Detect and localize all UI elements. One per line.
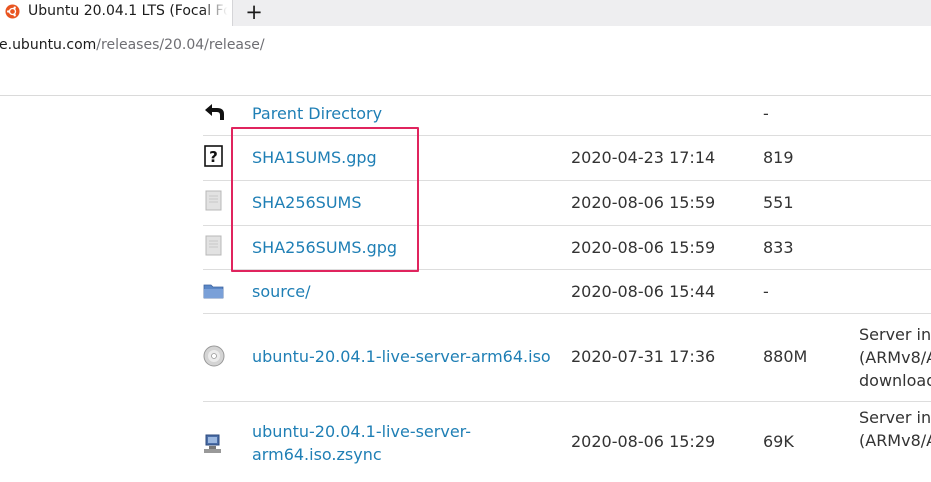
svg-text:?: ? <box>209 148 218 166</box>
listing-row: source/ 2020-08-06 15:44 - <box>203 270 931 314</box>
url-path: /releases/20.04/release/ <box>96 37 265 53</box>
address-bar[interactable]: e.ubuntu.com/releases/20.04/release/ <box>0 26 931 68</box>
file-date: 2020-07-31 17:36 <box>571 347 716 366</box>
file-link[interactable]: SHA1SUMS.gpg <box>252 148 377 167</box>
listing-row: ? SHA1SUMS.gpg 2020-04-23 17:14 819 <box>203 136 931 181</box>
file-description: Server insta (ARMv8/Arm download <box>859 325 931 390</box>
file-size: 880M <box>763 347 808 366</box>
url-host: e.ubuntu.com <box>0 37 97 53</box>
ubuntu-logo-icon <box>5 4 20 19</box>
text-file-icon <box>205 190 222 211</box>
url-text[interactable]: e.ubuntu.com/releases/20.04/release/ <box>0 37 265 53</box>
file-date: 2020-08-06 15:29 <box>571 432 716 451</box>
file-size: 551 <box>763 193 794 212</box>
listing-row: SHA256SUMS.gpg 2020-08-06 15:59 833 <box>203 226 931 270</box>
file-size: 819 <box>763 148 794 167</box>
file-date: 2020-08-06 15:59 <box>571 193 716 212</box>
tab-strip: Ubuntu 20.04.1 LTS (Focal Fossa) + <box>0 0 931 26</box>
listing-row: ubuntu-20.04.1-live-server- arm64.iso.zs… <box>203 402 931 482</box>
back-arrow-icon <box>205 104 224 120</box>
tab-title-fade <box>202 0 232 26</box>
file-size: 69K <box>763 432 794 451</box>
file-date: 2020-08-06 15:44 <box>571 282 716 301</box>
listing-row: ubuntu-20.04.1-live-server-arm64.iso 202… <box>203 314 931 402</box>
unknown-file-icon: ? <box>204 145 223 167</box>
file-date: 2020-04-23 17:14 <box>571 148 716 167</box>
file-link[interactable]: SHA256SUMS <box>252 193 362 212</box>
file-size: - <box>763 282 769 301</box>
folder-link[interactable]: source/ <box>252 282 311 301</box>
file-date: 2020-08-06 15:59 <box>571 238 716 257</box>
network-computer-icon <box>204 434 221 453</box>
listing-row-parent: Parent Directory - <box>203 96 931 136</box>
folder-icon <box>203 284 224 299</box>
listing-row: SHA256SUMS 2020-08-06 15:59 551 <box>203 181 931 226</box>
file-link[interactable]: Parent Directory <box>252 104 382 123</box>
browser-tab-active[interactable]: Ubuntu 20.04.1 LTS (Focal Fossa) <box>0 0 233 26</box>
new-tab-button[interactable]: + <box>244 0 264 24</box>
file-link[interactable]: ubuntu-20.04.1-live-server-arm64.iso <box>252 347 551 366</box>
text-file-icon <box>205 235 222 256</box>
cd-disc-icon <box>203 345 225 367</box>
file-link[interactable]: SHA256SUMS.gpg <box>252 238 397 257</box>
directory-listing: Parent Directory - ? SHA1SUMS.gpg 2020-0… <box>0 96 931 464</box>
file-size: 833 <box>763 238 794 257</box>
file-size: - <box>763 104 769 123</box>
file-description: Server insta (ARMv8/Arm <box>859 408 931 450</box>
file-link[interactable]: ubuntu-20.04.1-live-server- arm64.iso.zs… <box>252 420 471 466</box>
